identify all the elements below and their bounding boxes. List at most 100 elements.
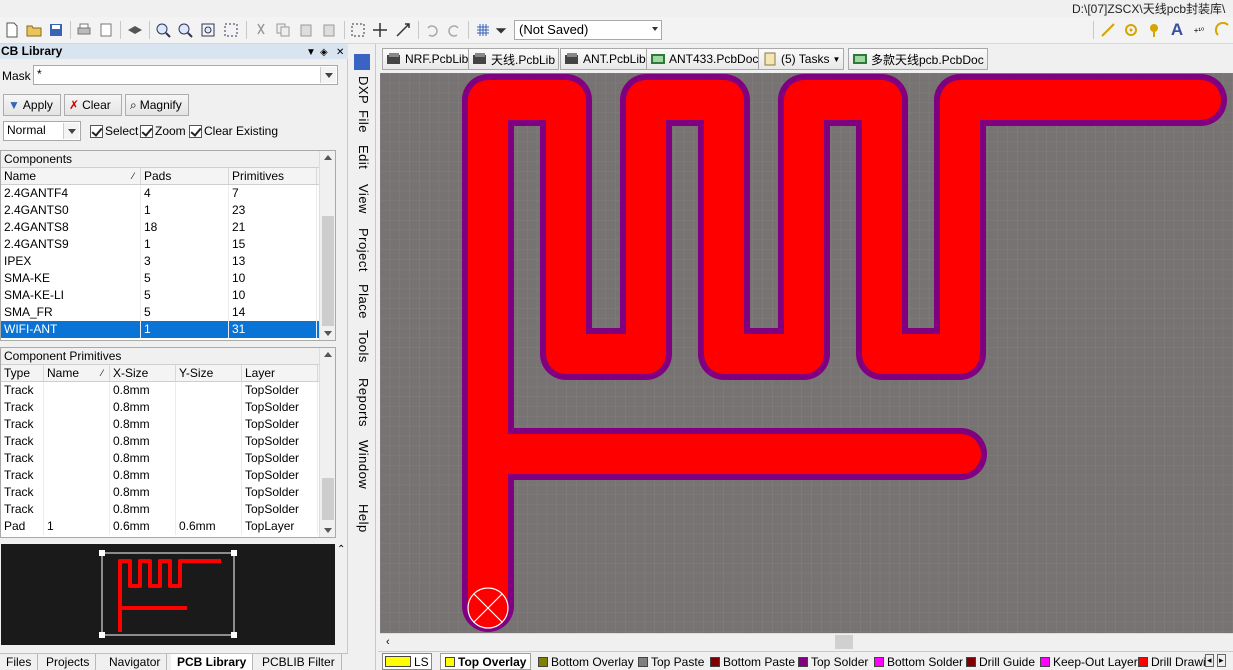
- menu-project[interactable]: Project: [356, 228, 371, 272]
- tab-navigator[interactable]: Navigator: [103, 654, 168, 670]
- print-preview-icon[interactable]: [96, 20, 116, 40]
- scroll-thumb[interactable]: [322, 478, 334, 520]
- component-row[interactable]: 2.4GANTS9 1 15: [1, 236, 335, 253]
- primitive-row[interactable]: Track 0.8mm TopSolder: [1, 501, 335, 518]
- menu-window[interactable]: Window: [356, 440, 371, 489]
- layer-scroll-left-icon[interactable]: ◂: [1205, 654, 1214, 667]
- col-layer[interactable]: Layer: [242, 365, 318, 381]
- magnify-button[interactable]: ⌕ Magnify: [125, 94, 189, 116]
- scroll-left-icon[interactable]: ‹: [386, 636, 390, 648]
- mode-dropdown-icon[interactable]: [63, 123, 79, 139]
- menu-place[interactable]: Place: [356, 284, 371, 319]
- doc-tab-tianxian-pcblib[interactable]: 天线.PcbLib: [468, 48, 560, 70]
- saved-state-select[interactable]: (Not Saved): [514, 20, 662, 40]
- grid-dropdown-icon[interactable]: [494, 20, 508, 40]
- move-icon[interactable]: [370, 20, 390, 40]
- panel-pin-icon[interactable]: ◈: [320, 45, 328, 60]
- doc-tab-duokuan-pcbdoc[interactable]: 多款天线pcb.PcbDoc: [848, 48, 988, 70]
- col-ysize[interactable]: Y-Size: [176, 365, 242, 381]
- mask-dropdown-icon[interactable]: [320, 67, 336, 83]
- dxp-logo-icon[interactable]: [354, 54, 370, 70]
- layer-stack-icon[interactable]: [125, 20, 145, 40]
- redo-icon[interactable]: [444, 20, 464, 40]
- select-area-icon[interactable]: [348, 20, 368, 40]
- components-scrollbar[interactable]: [319, 151, 335, 340]
- zoom-area-icon[interactable]: [221, 20, 241, 40]
- primitive-row[interactable]: Track 0.8mm TopSolder: [1, 433, 335, 450]
- apply-button[interactable]: ▼ Apply: [3, 94, 61, 116]
- pcb-canvas[interactable]: [380, 73, 1233, 633]
- layer-tab-drill-guide[interactable]: Drill Guide: [966, 653, 1039, 670]
- menu-view[interactable]: View: [356, 184, 371, 214]
- grid-icon[interactable]: [473, 20, 493, 40]
- col-type[interactable]: Type: [1, 365, 44, 381]
- component-row[interactable]: SMA_FR 5 14: [1, 304, 335, 321]
- component-row[interactable]: SMA-KE 5 10: [1, 270, 335, 287]
- select-checkbox[interactable]: Select: [90, 124, 138, 138]
- component-row[interactable]: 2.4GANTS8 18 21: [1, 219, 335, 236]
- component-row[interactable]: WIFI-ANT 1 31: [1, 321, 335, 338]
- component-row[interactable]: 2.4GANTS0 1 23: [1, 202, 335, 219]
- place-pad-icon[interactable]: [1121, 20, 1141, 40]
- zoom-fit-icon[interactable]: [198, 20, 218, 40]
- component-row[interactable]: 2.4GANTF4 4 7: [1, 185, 335, 202]
- deselect-icon[interactable]: [393, 20, 413, 40]
- component-row[interactable]: IPEX 3 13: [1, 253, 335, 270]
- print-icon[interactable]: [74, 20, 94, 40]
- place-string-icon[interactable]: A: [1167, 20, 1187, 40]
- copy-icon[interactable]: [273, 20, 293, 40]
- primitive-row[interactable]: Track 0.8mm TopSolder: [1, 399, 335, 416]
- zoom-in-icon[interactable]: [153, 20, 173, 40]
- scroll-down-icon[interactable]: [324, 331, 332, 336]
- primitive-row[interactable]: Pad 1 0.6mm 0.6mm TopLayer: [1, 518, 335, 535]
- col-primitives[interactable]: Primitives: [229, 168, 317, 184]
- panel-close-icon[interactable]: ✕: [336, 45, 344, 60]
- zoom-out-icon[interactable]: [175, 20, 195, 40]
- primitive-row[interactable]: Track 0.8mm TopSolder: [1, 416, 335, 433]
- scroll-thumb[interactable]: [322, 216, 334, 326]
- menu-edit[interactable]: Edit: [356, 145, 371, 169]
- component-row[interactable]: SMA-KE-LI 5 10: [1, 287, 335, 304]
- scroll-down-icon[interactable]: [324, 528, 332, 533]
- mask-input[interactable]: *: [33, 65, 338, 85]
- primitive-row[interactable]: Track 0.8mm TopSolder: [1, 484, 335, 501]
- pad-1[interactable]: [467, 587, 509, 629]
- clear-existing-checkbox[interactable]: Clear Existing: [189, 124, 278, 138]
- primitive-row[interactable]: Track 0.8mm TopSolder: [1, 450, 335, 467]
- paste-icon[interactable]: [296, 20, 316, 40]
- col-pads[interactable]: Pads: [141, 168, 229, 184]
- mode-select[interactable]: Normal: [3, 121, 81, 141]
- primitives-scrollbar[interactable]: [319, 348, 335, 537]
- tab-pcb-library[interactable]: PCB Library: [171, 654, 254, 670]
- rubber-stamp-icon[interactable]: [319, 20, 339, 40]
- panel-menu-icon[interactable]: ▼: [306, 45, 316, 60]
- menu-file[interactable]: File: [356, 110, 371, 133]
- cut-icon[interactable]: [251, 20, 271, 40]
- tab-pcblib-filter[interactable]: PCBLIB Filter: [256, 654, 342, 670]
- scroll-up-icon[interactable]: [324, 155, 332, 160]
- col-prim-name[interactable]: Name ⁄: [44, 365, 110, 381]
- primitive-row[interactable]: Track 0.8mm TopSolder: [1, 382, 335, 399]
- tasks-dropdown-icon[interactable]: ▼: [832, 55, 840, 64]
- menu-dxp[interactable]: DXP: [356, 76, 371, 104]
- place-via-icon[interactable]: [1144, 20, 1164, 40]
- scroll-up-icon[interactable]: [324, 352, 332, 357]
- preview-collapse-icon[interactable]: ⌃: [337, 544, 345, 555]
- doc-tab-tasks[interactable]: (5) Tasks ▼: [758, 48, 845, 70]
- place-arc-icon[interactable]: [1213, 20, 1233, 40]
- set-origin-icon[interactable]: +¹⁰: [1189, 20, 1209, 40]
- zoom-checkbox[interactable]: Zoom: [140, 124, 186, 138]
- canvas-hscrollbar[interactable]: ‹: [380, 633, 1233, 650]
- primitive-row[interactable]: Track 0.8mm TopSolder: [1, 467, 335, 484]
- layer-tab-bottom-paste[interactable]: Bottom Paste: [710, 653, 799, 670]
- layer-tab-top-solder[interactable]: Top Solder: [798, 653, 872, 670]
- col-xsize[interactable]: X-Size: [110, 365, 176, 381]
- doc-tab-ant433-pcbdoc[interactable]: ANT433.PcbDoc: [646, 48, 763, 70]
- place-line-icon[interactable]: [1098, 20, 1118, 40]
- clear-button[interactable]: ✗ Clear: [64, 94, 122, 116]
- tab-projects[interactable]: Projects: [40, 654, 97, 670]
- menu-tools[interactable]: Tools: [356, 330, 371, 363]
- layer-tab-top-overlay[interactable]: Top Overlay: [440, 653, 532, 670]
- tab-files[interactable]: Files: [0, 654, 39, 670]
- undo-icon[interactable]: [422, 20, 442, 40]
